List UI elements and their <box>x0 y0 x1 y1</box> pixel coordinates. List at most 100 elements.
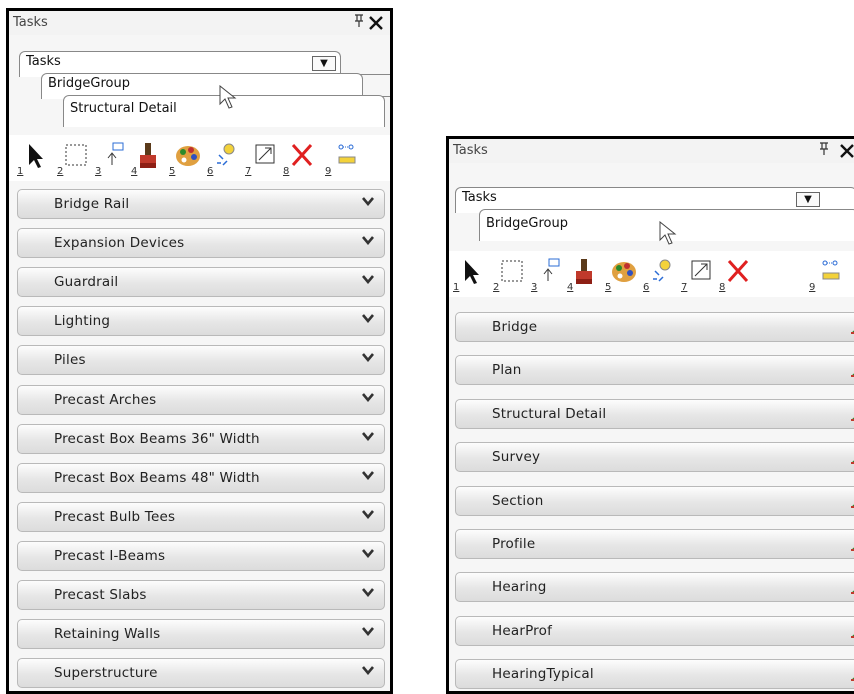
task-item[interactable]: Plan <box>455 355 854 386</box>
terrain-icon[interactable] <box>850 580 854 595</box>
chevron-down-icon[interactable] <box>362 196 374 206</box>
close-icon[interactable] <box>368 11 384 36</box>
move-tool[interactable]: 3 <box>95 141 129 177</box>
terrain-icon[interactable] <box>850 363 854 378</box>
task-item-label: Precast I-Beams <box>54 547 166 564</box>
tool-number: 3 <box>531 282 538 293</box>
task-item[interactable]: Bridge Rail <box>17 189 385 219</box>
tool-number: 3 <box>95 166 102 177</box>
tool-number: 2 <box>493 282 500 293</box>
paintbrush-icon[interactable]: 4 <box>131 141 165 177</box>
chevron-down-icon[interactable] <box>362 470 374 480</box>
terrain-icon[interactable] <box>850 667 854 682</box>
crumb-label: BridgeGroup <box>48 76 130 91</box>
chevron-down-icon[interactable] <box>362 431 374 441</box>
fence-tool[interactable]: 2 <box>493 257 527 293</box>
task-item[interactable]: Precast Slabs <box>17 580 385 610</box>
delete-icon[interactable]: 8 <box>283 141 317 177</box>
task-item-label: Precast Slabs <box>54 587 147 603</box>
pin-icon[interactable] <box>819 142 829 159</box>
chevron-down-icon[interactable] <box>362 665 374 676</box>
close-icon[interactable] <box>839 139 854 164</box>
terrain-icon[interactable] <box>850 450 854 465</box>
scale-tool[interactable]: 7 <box>681 257 715 293</box>
mouse-cursor-icon <box>219 85 237 109</box>
pin-icon[interactable] <box>354 14 364 31</box>
task-item[interactable]: Retaining Walls <box>17 619 385 650</box>
chevron-down-icon[interactable] <box>362 548 374 558</box>
tool-number: 6 <box>207 166 214 177</box>
measure-tool[interactable]: 9 <box>809 257 843 293</box>
move-tool[interactable]: 3 <box>531 257 565 293</box>
terrain-icon[interactable] <box>850 407 854 421</box>
terrain-icon[interactable] <box>850 537 854 551</box>
terrain-icon[interactable] <box>850 624 854 638</box>
task-item-label: Plan <box>492 362 522 379</box>
tool-number: 1 <box>17 166 24 177</box>
chevron-down-icon[interactable] <box>362 626 374 637</box>
task-item[interactable]: Precast I-Beams <box>17 540 385 571</box>
chevron-down-icon[interactable]: ▼ <box>312 56 336 71</box>
task-item[interactable]: Guardrail <box>17 267 385 298</box>
task-item-label: Superstructure <box>54 665 158 682</box>
task-item-label: Expansion Devices <box>54 235 185 252</box>
task-item[interactable]: Precast Arches <box>17 384 385 415</box>
task-item[interactable]: Precast Box Beams 48" Width <box>17 462 385 493</box>
task-item-label: Bridge Rail <box>54 196 130 212</box>
task-item[interactable]: Bridge <box>455 312 854 342</box>
task-item[interactable]: Superstructure <box>17 658 385 689</box>
chevron-down-icon[interactable] <box>362 587 374 597</box>
lightbulb-icon[interactable]: 6 <box>207 141 241 177</box>
delete-icon[interactable]: 8 <box>719 257 753 293</box>
panel-title: Tasks <box>13 15 48 30</box>
chevron-down-icon[interactable] <box>362 235 374 246</box>
task-item-label: Bridge <box>492 319 538 335</box>
task-item[interactable]: Hearing <box>455 572 854 603</box>
lightbulb-icon[interactable]: 6 <box>643 257 677 293</box>
palette-icon[interactable]: 5 <box>605 257 639 293</box>
tool-number: 5 <box>169 166 176 177</box>
fence-tool[interactable]: 2 <box>57 141 91 177</box>
chevron-down-icon[interactable] <box>362 392 374 402</box>
task-item[interactable]: Lighting <box>17 306 385 337</box>
task-item-label: Precast Arches <box>54 391 157 408</box>
task-item[interactable]: Profile <box>455 529 854 559</box>
task-item-label: Retaining Walls <box>54 626 161 643</box>
tool-toolbar: 1 2 3 4 5 6 7 8 9 <box>449 251 854 297</box>
scale-tool[interactable]: 7 <box>245 141 279 177</box>
task-item[interactable]: Precast Box Beams 36" Width <box>17 423 385 454</box>
task-item-label: Precast Box Beams 36" Width <box>54 430 260 447</box>
task-item[interactable]: Section <box>455 485 854 516</box>
task-item[interactable]: Survey <box>455 442 854 473</box>
select-tool[interactable]: 1 <box>17 141 51 177</box>
measure-tool[interactable]: 9 <box>325 141 359 177</box>
tool-number: 9 <box>809 282 816 293</box>
task-panel-left: Tasks Tasks ▼ BridgeGroup Structural Det… <box>6 8 393 694</box>
task-item-label: Survey <box>492 449 541 466</box>
task-item-label: Structural Detail <box>492 405 607 422</box>
paintbrush-icon[interactable]: 4 <box>567 257 601 293</box>
terrain-icon[interactable] <box>850 320 854 334</box>
task-item-label: Lighting <box>54 313 111 330</box>
crumb-label: Tasks <box>462 190 497 205</box>
task-item[interactable]: Precast Bulb Tees <box>17 501 385 532</box>
tool-number: 4 <box>567 282 574 293</box>
task-item[interactable]: HearingTypical <box>455 659 854 690</box>
task-item[interactable]: Structural Detail <box>455 398 854 429</box>
chevron-down-icon[interactable] <box>362 509 374 519</box>
task-item[interactable]: Piles <box>17 345 385 376</box>
task-item[interactable]: Expansion Devices <box>17 228 385 259</box>
task-item-label: Section <box>492 492 544 509</box>
chevron-down-icon[interactable] <box>362 313 374 324</box>
task-item[interactable]: HearProf <box>455 615 854 646</box>
tool-number: 2 <box>57 166 64 177</box>
terrain-icon[interactable] <box>850 494 854 508</box>
task-item-label: HearProf <box>492 622 553 639</box>
task-item-label: Profile <box>492 536 536 552</box>
chevron-down-icon[interactable] <box>362 274 374 285</box>
chevron-down-icon[interactable]: ▼ <box>796 192 820 207</box>
palette-icon[interactable]: 5 <box>169 141 203 177</box>
tool-number: 8 <box>283 166 290 177</box>
select-tool[interactable]: 1 <box>453 257 487 293</box>
chevron-down-icon[interactable] <box>362 352 374 363</box>
